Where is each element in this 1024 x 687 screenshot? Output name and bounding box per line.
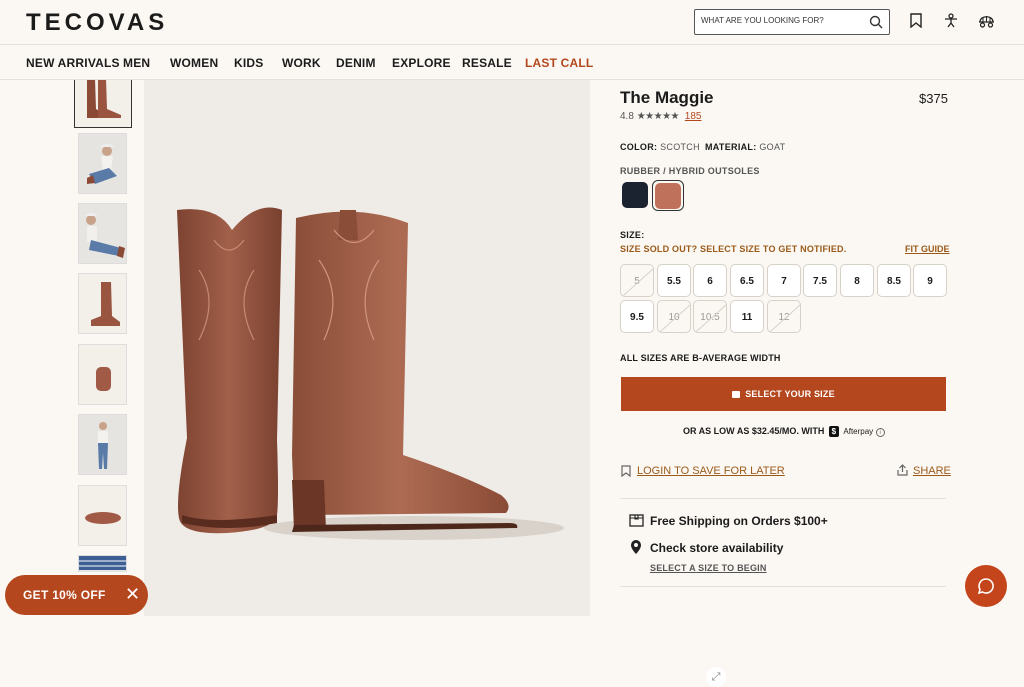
star-rating-icon: ★★★★★ bbox=[636, 111, 680, 122]
size-option[interactable]: 11 bbox=[730, 300, 764, 333]
size-option[interactable]: 8.5 bbox=[877, 264, 911, 297]
rating-value: 4.8 bbox=[620, 111, 634, 122]
nav-denim[interactable]: DENIM bbox=[336, 56, 376, 70]
site-header: TECOVAS bbox=[0, 0, 1024, 45]
size-option[interactable]: 9.5 bbox=[620, 300, 654, 333]
share-icon[interactable] bbox=[897, 464, 908, 476]
brand-logo[interactable]: TECOVAS bbox=[26, 9, 168, 37]
bookmark-icon[interactable] bbox=[621, 465, 631, 477]
product-title: The Maggie bbox=[620, 88, 714, 107]
size-option[interactable]: 5 bbox=[620, 264, 654, 297]
thumbnail-boot-side[interactable] bbox=[78, 273, 127, 334]
size-option[interactable]: 6.5 bbox=[730, 264, 764, 297]
cart-wagon-icon[interactable] bbox=[978, 13, 995, 28]
swatch-black[interactable] bbox=[622, 182, 648, 208]
thumbnail-boot-toe[interactable] bbox=[78, 344, 127, 405]
free-shipping-text: Free Shipping on Orders $100+ bbox=[650, 514, 828, 528]
bookmark-icon[interactable] bbox=[910, 13, 922, 28]
product-rating: 4.8 ★★★★★ 185 bbox=[620, 111, 701, 122]
thumbnail-lifestyle-1[interactable] bbox=[78, 133, 127, 194]
expand-icon[interactable]: ⤢ bbox=[706, 667, 726, 687]
nav-explore[interactable]: EXPLORE bbox=[392, 56, 451, 70]
size-label: SIZE: bbox=[620, 230, 645, 240]
nav-resale[interactable]: RESALE bbox=[462, 56, 512, 70]
store-availability-text[interactable]: Check store availability bbox=[650, 541, 783, 555]
close-icon[interactable]: ✕ bbox=[125, 584, 140, 605]
afterpay-logo-icon: $ bbox=[828, 426, 839, 437]
bag-icon bbox=[732, 391, 741, 398]
size-option[interactable]: 9 bbox=[913, 264, 947, 297]
size-option[interactable]: 8 bbox=[840, 264, 874, 297]
nav-new-arrivals[interactable]: NEW ARRIVALS bbox=[26, 56, 120, 70]
color-label: COLOR: SCOTCH bbox=[620, 142, 700, 152]
select-size-to-begin-link[interactable]: SELECT A SIZE TO BEGIN bbox=[650, 563, 767, 573]
select-size-button[interactable]: SELECT YOUR SIZE bbox=[621, 377, 946, 411]
promo-pill[interactable]: GET 10% OFF ✕ bbox=[5, 575, 148, 615]
material-value: GOAT bbox=[759, 142, 786, 152]
nav-women[interactable]: WOMEN bbox=[170, 56, 218, 70]
product-price: $375 bbox=[919, 91, 948, 106]
promo-label[interactable]: GET 10% OFF bbox=[23, 588, 106, 602]
nav-men[interactable]: MEN bbox=[123, 56, 150, 70]
fit-guide-link[interactable]: FIT GUIDE bbox=[905, 244, 950, 254]
review-count-link[interactable]: 185 bbox=[685, 111, 702, 122]
color-value: SCOTCH bbox=[660, 142, 700, 152]
nav-last-call[interactable]: LAST CALL bbox=[525, 56, 593, 70]
main-product-image[interactable]: ⤢ bbox=[144, 80, 726, 687]
size-option[interactable]: 7.5 bbox=[803, 264, 837, 297]
login-save-link[interactable]: LOGIN TO SAVE FOR LATER bbox=[637, 465, 785, 477]
size-soldout-notice: SIZE SOLD OUT? SELECT SIZE TO GET NOTIFI… bbox=[620, 244, 847, 254]
outsole-label: RUBBER / HYBRID OUTSOLES bbox=[620, 166, 760, 176]
size-option[interactable]: 12 bbox=[767, 300, 801, 333]
thumbnail-boots-pair[interactable] bbox=[74, 80, 132, 128]
info-icon[interactable]: i bbox=[875, 428, 885, 437]
share-link[interactable]: SHARE bbox=[913, 465, 951, 477]
nav-work[interactable]: WORK bbox=[282, 56, 321, 70]
thumbnail-lifestyle-2[interactable] bbox=[78, 203, 127, 264]
thumbnail-lifestyle-4[interactable] bbox=[78, 555, 127, 572]
size-option[interactable]: 5.5 bbox=[657, 264, 691, 297]
divider bbox=[620, 498, 946, 499]
thumbnail-lifestyle-3[interactable] bbox=[78, 414, 127, 475]
search-icon[interactable] bbox=[869, 15, 883, 29]
width-note: ALL SIZES ARE B-AVERAGE WIDTH bbox=[620, 353, 781, 363]
size-option[interactable]: 10.5 bbox=[693, 300, 727, 333]
location-pin-icon bbox=[631, 540, 641, 554]
search-input[interactable] bbox=[701, 16, 861, 25]
select-size-label: SELECT YOUR SIZE bbox=[745, 389, 835, 399]
material-label: MATERIAL: GOAT bbox=[705, 142, 786, 152]
chat-bubble-icon bbox=[977, 578, 994, 595]
chat-button[interactable] bbox=[965, 565, 1007, 607]
shipping-box-icon bbox=[629, 514, 644, 527]
swatch-scotch[interactable] bbox=[655, 183, 681, 209]
size-option[interactable]: 7 bbox=[767, 264, 801, 297]
divider bbox=[620, 586, 946, 587]
afterpay-message: OR AS LOW AS $32.45/MO. WITH $ Afterpay … bbox=[683, 426, 885, 437]
search-box[interactable] bbox=[694, 9, 890, 35]
thumbnail-boot-sole[interactable] bbox=[78, 485, 127, 546]
boots-illustration bbox=[177, 207, 564, 540]
size-option[interactable]: 6 bbox=[693, 264, 727, 297]
nav-kids[interactable]: KIDS bbox=[234, 56, 263, 70]
account-icon[interactable] bbox=[944, 13, 958, 28]
size-option[interactable]: 10 bbox=[657, 300, 691, 333]
main-nav: NEW ARRIVALS MEN WOMEN KIDS WORK DENIM E… bbox=[0, 46, 1024, 80]
afterpay-brand: Afterpay bbox=[843, 427, 874, 436]
thumbnail-gallery bbox=[74, 80, 134, 572]
